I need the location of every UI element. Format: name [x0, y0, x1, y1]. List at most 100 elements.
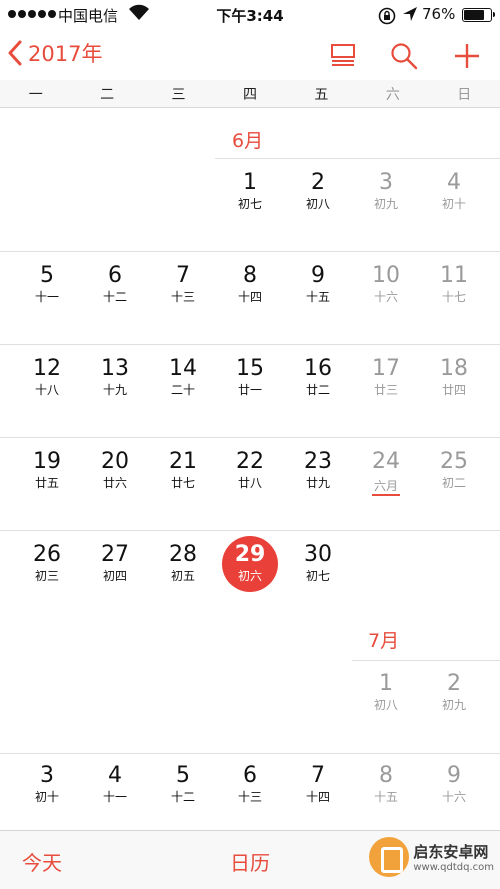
- lunar-date: 初七: [305, 569, 330, 583]
- date-cell[interactable]: 17 廿三: [352, 356, 420, 398]
- date-number: 8: [379, 763, 393, 788]
- weekday-sat: 六: [385, 87, 400, 103]
- date-cell[interactable]: 2 初九: [420, 671, 488, 713]
- today-tab[interactable]: 今天: [22, 847, 62, 876]
- date-number: 3: [379, 170, 393, 195]
- date-cell[interactable]: 6 十二: [81, 263, 149, 305]
- chevron-left-icon: [8, 40, 22, 66]
- date-cell[interactable]: 7 十四: [284, 763, 352, 805]
- date-number: 2: [311, 170, 325, 195]
- lunar-date: 十五: [305, 290, 330, 304]
- lunar-date: 初六: [237, 569, 262, 583]
- date-cell[interactable]: 4 初十: [420, 170, 488, 212]
- date-number: 1: [379, 671, 393, 696]
- date-cell[interactable]: 22 廿八: [216, 449, 284, 491]
- week-divider: [0, 344, 500, 345]
- date-cell[interactable]: 9 十五: [284, 263, 352, 305]
- navigation-bar: 2017年: [0, 30, 500, 80]
- date-cell[interactable]: 3 初九: [352, 170, 420, 212]
- lunar-date: 十六: [373, 290, 398, 304]
- month-divider: [215, 158, 500, 159]
- date-cell[interactable]: 25 初二: [420, 449, 488, 491]
- lunar-date: 廿六: [102, 476, 127, 490]
- date-cell[interactable]: 11 十七: [420, 263, 488, 305]
- date-cell[interactable]: 4 十一: [81, 763, 149, 805]
- calendar-tab[interactable]: 日历: [230, 851, 270, 875]
- date-cell[interactable]: 6 十三: [216, 763, 284, 805]
- date-number: 25: [440, 449, 468, 474]
- weekday-sun: 日: [457, 87, 472, 103]
- date-number: 10: [372, 263, 400, 288]
- date-cell[interactable]: 1 初八: [352, 671, 420, 713]
- date-number: 11: [440, 263, 468, 288]
- date-cell[interactable]: 24 六月: [352, 449, 420, 496]
- date-number: 1: [243, 170, 257, 195]
- date-cell[interactable]: 23 廿九: [284, 449, 352, 491]
- list-view-icon[interactable]: [330, 42, 356, 72]
- week-divider: [0, 530, 352, 531]
- date-cell[interactable]: 28 初五: [149, 542, 217, 584]
- date-cell[interactable]: 14 二十: [149, 356, 217, 398]
- search-icon[interactable]: [390, 42, 418, 74]
- date-cell[interactable]: 30 初七: [284, 542, 352, 584]
- date-number: 9: [447, 763, 461, 788]
- date-cell[interactable]: 21 廿七: [149, 449, 217, 491]
- date-number: 19: [33, 449, 61, 474]
- date-cell[interactable]: 12 十八: [13, 356, 81, 398]
- date-cell[interactable]: 9 十六: [420, 763, 488, 805]
- date-cell[interactable]: 19 廿五: [13, 449, 81, 491]
- month-calendar-grid: 6月 7月 1 初七 2 初八 3 初九 4 初十 5 十一 6 十二 7 十三 8 十四 9 十五 10 十六 11 十…: [0, 108, 500, 830]
- back-label: 2017年: [28, 42, 103, 66]
- lunar-date: 初七: [237, 197, 262, 211]
- date-cell[interactable]: 18 廿四: [420, 356, 488, 398]
- date-cell[interactable]: 10 十六: [352, 263, 420, 305]
- date-cell[interactable]: 1 初七: [216, 170, 284, 212]
- date-cell[interactable]: 8 十四: [216, 263, 284, 305]
- date-number: 7: [311, 763, 325, 788]
- date-cell[interactable]: 13 十九: [81, 356, 149, 398]
- lunar-date: 初五: [170, 569, 195, 583]
- date-number: 3: [40, 763, 54, 788]
- date-number: 20: [101, 449, 129, 474]
- add-event-icon[interactable]: [453, 42, 481, 74]
- date-number: 21: [169, 449, 197, 474]
- lunar-date: 廿四: [441, 383, 466, 397]
- date-cell[interactable]: 5 十一: [13, 263, 81, 305]
- lunar-date: 十七: [441, 290, 466, 304]
- date-cell[interactable]: 15 廿一: [216, 356, 284, 398]
- date-cell[interactable]: 3 初十: [13, 763, 81, 805]
- weekday-mon: 一: [28, 87, 43, 103]
- lunar-date: 廿五: [34, 476, 59, 490]
- lunar-date: 初十: [34, 790, 59, 804]
- date-number: 27: [101, 542, 129, 567]
- week-divider: [0, 437, 500, 438]
- date-cell[interactable]: 26 初三: [13, 542, 81, 584]
- date-cell[interactable]: 2 初八: [284, 170, 352, 212]
- today-date-cell[interactable]: 29 初六: [216, 542, 284, 584]
- date-cell[interactable]: 20 廿六: [81, 449, 149, 491]
- lunar-date: 十九: [102, 383, 127, 397]
- status-bar: 中国电信 下午3:44 76%: [0, 0, 500, 30]
- lunar-date: 廿九: [305, 476, 330, 490]
- back-to-year-button[interactable]: 2017年: [8, 38, 102, 68]
- date-cell[interactable]: 5 十二: [149, 763, 217, 805]
- date-number: 15: [236, 356, 264, 381]
- watermark: 启东安卓网 www.qdtdq.com: [369, 837, 494, 877]
- lunar-date: 六月: [371, 478, 400, 496]
- date-cell[interactable]: 27 初四: [81, 542, 149, 584]
- date-number: 2: [447, 671, 461, 696]
- weekday-tue: 二: [100, 87, 115, 103]
- date-cell[interactable]: 16 廿二: [284, 356, 352, 398]
- date-number: 4: [447, 170, 461, 195]
- month-label-june: 6月: [232, 130, 264, 152]
- date-number: 16: [304, 356, 332, 381]
- date-cell[interactable]: 8 十五: [352, 763, 420, 805]
- lunar-date: 初九: [441, 698, 466, 712]
- lunar-date: 初二: [441, 476, 466, 490]
- weekday-header: 一 二 三 四 五 六 日: [0, 80, 500, 108]
- lunar-date: 初十: [441, 197, 466, 211]
- date-number: 6: [243, 763, 257, 788]
- lunar-date: 初四: [102, 569, 127, 583]
- week-divider: [0, 251, 500, 252]
- date-cell[interactable]: 7 十三: [149, 263, 217, 305]
